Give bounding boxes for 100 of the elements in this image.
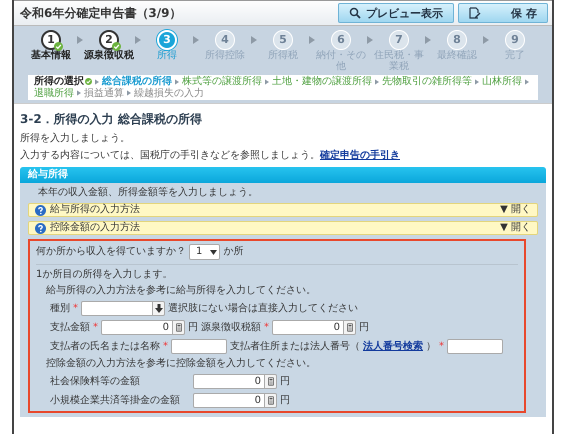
guide-text: 入力する内容については、国税庁の手引きなどを参照しましょう。確定申告の手引き xyxy=(20,150,401,162)
section-note: 本年の収入金額、所得金額等を入力しましょう。 xyxy=(37,187,259,200)
step-label: 納付・その他 xyxy=(316,51,366,72)
step-label: 住民税・事業税 xyxy=(374,51,424,72)
unit-label: 円 xyxy=(280,394,290,407)
step-label: 源泉徴収税 xyxy=(84,51,134,62)
search-icon xyxy=(349,7,361,19)
substep-arrow-icon xyxy=(475,78,479,85)
field-label: 支払者の氏名または名称 xyxy=(50,340,160,353)
help-icon xyxy=(35,204,46,216)
step-arrow-icon xyxy=(367,36,373,44)
accordion-header[interactable]: 控除金額の入力方法 ▼ 開く xyxy=(28,221,538,236)
amount-field[interactable]: 0 xyxy=(193,393,265,408)
substep-link[interactable]: 山林所得 xyxy=(482,76,522,88)
combo-field[interactable] xyxy=(81,301,153,316)
calculator-icon xyxy=(268,396,274,406)
hint-text: 選択肢にない場合は直接入力してください xyxy=(168,302,358,315)
window-title: 令和6年分確定申告書（3/9） xyxy=(20,6,182,20)
intro-text: 所得を入力しましょう。 xyxy=(20,133,131,146)
count-dropdown[interactable]: 1 xyxy=(189,244,220,260)
step-number[interactable]: 2 xyxy=(99,30,119,50)
amount-field[interactable]: 0 xyxy=(101,320,173,336)
step-arrow-icon xyxy=(425,36,431,44)
step-number[interactable]: 3 xyxy=(157,30,177,50)
check-badge-icon xyxy=(112,42,121,51)
field-label: 種別 xyxy=(50,302,70,315)
caret-icon xyxy=(210,250,218,255)
substep-arrow-icon xyxy=(95,78,99,85)
step-label: 所得税 xyxy=(268,51,298,62)
amount-field[interactable]: 0 xyxy=(193,374,265,390)
step-label: 所得控除 xyxy=(205,51,245,62)
amount-field[interactable]: 0 xyxy=(272,320,344,336)
step-arrow-icon xyxy=(251,36,257,44)
step-arrow-icon xyxy=(77,36,83,44)
calculator-button[interactable] xyxy=(265,374,277,390)
step-number[interactable]: 6 xyxy=(331,30,351,50)
page-heading: 3-2．所得の入力 総合課税の所得 xyxy=(20,112,203,126)
text-field[interactable] xyxy=(171,339,227,354)
field-label: 小規模企業共済等掛金の金額 xyxy=(50,394,181,407)
calculator-icon xyxy=(268,377,274,386)
substep-arrow-icon xyxy=(175,78,179,85)
substep-link[interactable]: 先物取引の雑所得等 xyxy=(382,76,472,88)
search-link[interactable]: 法人番号検索 xyxy=(363,340,423,353)
field-label: 支払者住所または法人番号（ xyxy=(230,340,360,353)
substep-arrow-icon xyxy=(77,90,81,96)
calculator-icon xyxy=(346,323,352,332)
step-number[interactable]: 7 xyxy=(389,30,409,50)
step-number[interactable]: 4 xyxy=(215,30,235,50)
check-badge-icon xyxy=(85,78,92,86)
unit-label: 円 xyxy=(188,322,198,334)
step-arrow-icon xyxy=(483,36,489,44)
calculator-icon xyxy=(176,323,182,332)
substep-arrow-icon xyxy=(127,90,131,96)
substep-link[interactable]: 退職所得 xyxy=(34,88,74,99)
step-label: 完了 xyxy=(505,51,525,62)
down-arrow-icon xyxy=(154,304,162,314)
bracket-text: ） xyxy=(426,340,436,353)
preview-button[interactable]: プレビュー表示 xyxy=(338,3,454,23)
entry-title: 1か所目の所得を入力します。 xyxy=(36,269,174,282)
calculator-button[interactable] xyxy=(265,393,277,408)
field-label: 社会保険料等の金額 xyxy=(50,376,141,388)
step-arrow-icon xyxy=(193,36,199,44)
text-field[interactable] xyxy=(447,339,503,354)
step-number[interactable]: 1 xyxy=(41,30,61,50)
instruction-text: 給与所得の入力方法を参考に給与所得を入力してください。 xyxy=(45,285,317,298)
step-label: 所得 xyxy=(157,51,177,62)
dropdown-button[interactable] xyxy=(153,301,165,316)
substep-link[interactable]: 所得の選択 xyxy=(34,76,92,88)
substep-link[interactable]: 総合課税の所得 xyxy=(102,76,172,88)
substep-arrow-icon xyxy=(265,78,269,85)
step-number[interactable]: 9 xyxy=(505,30,525,50)
save-button[interactable]: 保 存 xyxy=(458,3,548,23)
accordion-header[interactable]: 給与所得の入力方法 ▼ 開く xyxy=(28,203,538,218)
required-mark: * xyxy=(264,322,269,334)
guide-link[interactable]: 確定申告の手引き xyxy=(320,150,400,162)
instruction-text: 控除金額の入力方法を参考に控除金額を入力してください。 xyxy=(45,358,317,370)
substep-arrow-icon xyxy=(375,78,379,85)
step-arrow-icon xyxy=(135,36,141,44)
step-label: 基本情報 xyxy=(31,51,71,62)
section-title: 給与所得 xyxy=(20,167,546,184)
check-badge-icon xyxy=(54,42,63,51)
step-arrow-icon xyxy=(309,36,315,44)
unit-label: 円 xyxy=(359,322,369,334)
calculator-button[interactable] xyxy=(173,320,185,336)
calculator-button[interactable] xyxy=(344,320,356,336)
unit-label: か所 xyxy=(223,246,244,258)
required-mark: * xyxy=(439,340,444,353)
substep-link[interactable]: 株式等の譲渡所得 xyxy=(182,76,262,88)
required-mark: * xyxy=(73,302,78,315)
required-mark: * xyxy=(163,340,168,353)
unit-label: 円 xyxy=(280,376,290,388)
required-mark: * xyxy=(93,322,98,334)
field-label: 源泉徴収税額 xyxy=(201,322,261,334)
help-icon xyxy=(35,222,46,234)
step-number[interactable]: 5 xyxy=(273,30,293,50)
substep-link[interactable]: 土地・建物の譲渡所得 xyxy=(272,76,372,88)
question-label: 何か所から収入を得ていますか？ xyxy=(36,246,186,258)
edit-document-icon xyxy=(469,7,481,19)
step-label: 最終確認 xyxy=(437,51,477,62)
step-number[interactable]: 8 xyxy=(447,30,467,50)
